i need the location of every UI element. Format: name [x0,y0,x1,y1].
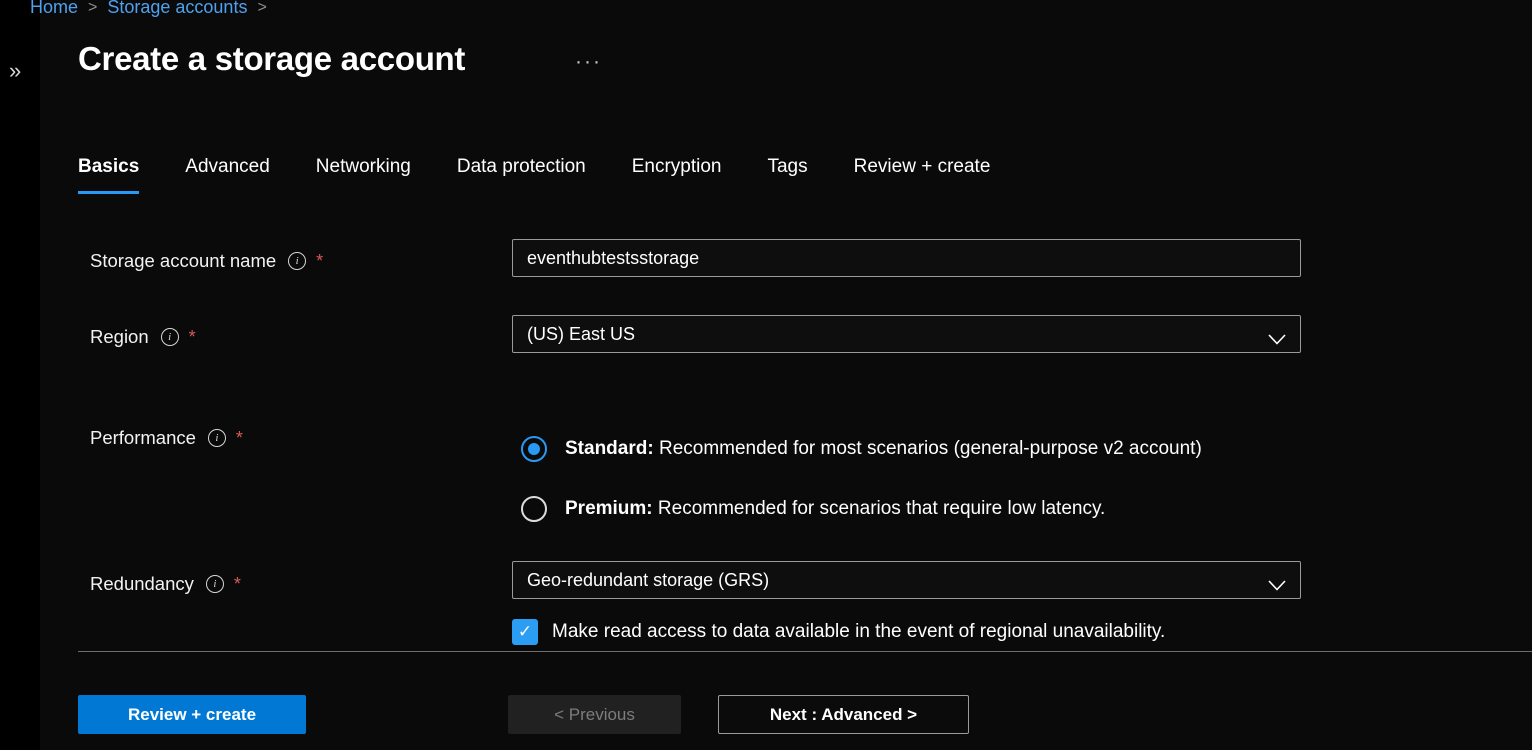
more-options-icon[interactable]: ··· [575,50,602,74]
left-rail [0,0,40,750]
form-tabs: Basics Advanced Networking Data protecti… [78,156,990,194]
breadcrumb-home[interactable]: Home [30,0,78,18]
required-indicator: * [189,327,196,348]
tab-advanced[interactable]: Advanced [185,156,270,194]
performance-label: Performance [90,427,196,449]
next-advanced-button[interactable]: Next : Advanced > [718,695,969,734]
radio-icon [521,496,547,522]
tab-encryption[interactable]: Encryption [632,156,722,194]
required-indicator: * [316,251,323,272]
tab-networking[interactable]: Networking [316,156,411,194]
check-icon: ✓ [518,622,532,642]
radio-icon [521,436,547,462]
redundancy-selected-value: Geo-redundant storage (GRS) [527,570,769,591]
previous-button[interactable]: < Previous [508,695,681,734]
create-storage-account-page: » Home > Storage accounts > Create a sto… [0,0,1532,750]
info-icon[interactable]: i [288,252,306,270]
read-access-checkbox-label: Make read access to data available in th… [552,621,1165,643]
info-icon[interactable]: i [206,575,224,593]
tab-basics[interactable]: Basics [78,156,139,194]
read-access-checkbox-row[interactable]: ✓ Make read access to data available in … [512,619,1165,645]
chevron-down-icon [1268,575,1286,596]
performance-premium-label: Premium: Recommended for scenarios that … [565,498,1105,520]
tab-tags[interactable]: Tags [767,156,807,194]
performance-standard-radio[interactable]: Standard: Recommended for most scenarios… [521,436,1202,462]
region-label-row: Region i * [90,326,196,348]
performance-premium-radio[interactable]: Premium: Recommended for scenarios that … [521,496,1105,522]
tab-review-create[interactable]: Review + create [854,156,991,194]
expand-sidebar-icon[interactable]: » [9,60,21,82]
storage-account-name-input[interactable] [512,239,1301,277]
breadcrumb-separator-icon: > [88,0,97,17]
region-dropdown[interactable]: (US) East US [512,315,1301,353]
tab-data-protection[interactable]: Data protection [457,156,586,194]
storage-account-name-label: Storage account name [90,250,276,272]
region-label: Region [90,326,149,348]
footer-divider [78,651,1532,652]
read-access-checkbox[interactable]: ✓ [512,619,538,645]
region-selected-value: (US) East US [527,324,635,345]
required-indicator: * [234,574,241,595]
chevron-down-icon [1268,329,1286,350]
redundancy-label-row: Redundancy i * [90,573,241,595]
breadcrumb-storage-accounts[interactable]: Storage accounts [107,0,247,18]
review-create-button[interactable]: Review + create [78,695,306,734]
performance-label-row: Performance i * [90,427,243,449]
page-title: Create a storage account [78,40,465,78]
storage-account-name-label-row: Storage account name i * [90,250,323,272]
breadcrumb: Home > Storage accounts > [30,0,267,18]
performance-standard-label: Standard: Recommended for most scenarios… [565,438,1202,460]
required-indicator: * [236,428,243,449]
info-icon[interactable]: i [161,328,179,346]
breadcrumb-separator-icon: > [257,0,266,17]
info-icon[interactable]: i [208,429,226,447]
redundancy-label: Redundancy [90,573,194,595]
redundancy-dropdown[interactable]: Geo-redundant storage (GRS) [512,561,1301,599]
